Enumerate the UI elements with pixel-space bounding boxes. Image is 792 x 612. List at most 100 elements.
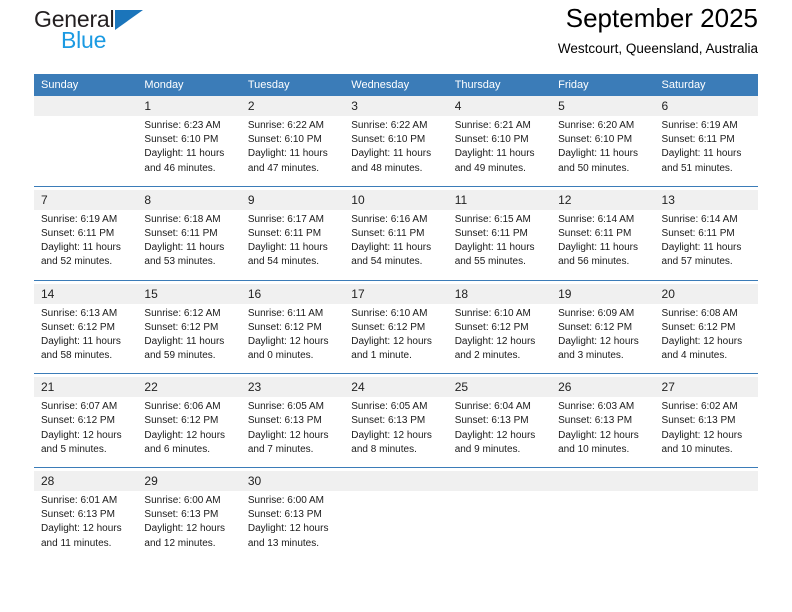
day-cell[interactable]: Sunrise: 6:05 AM Sunset: 6:13 PM Daylight:… (240, 397, 345, 468)
day-number[interactable]: 27 (654, 377, 758, 398)
daylight-text-line1: Daylight: 12 hours (41, 429, 122, 441)
day-cell[interactable]: Sunrise: 6:07 AM Sunset: 6:12 PM Daylight:… (34, 397, 138, 468)
daylight-text-line2: and 49 minutes. (454, 162, 526, 174)
day-cell[interactable]: Sunrise: 6:02 AM Sunset: 6:13 PM Daylight:… (654, 397, 758, 468)
day-cell[interactable]: Sunrise: 6:03 AM Sunset: 6:13 PM Daylight:… (551, 397, 655, 468)
sunset-text: Sunset: 6:10 PM (454, 134, 529, 146)
day-cell[interactable]: Sunrise: 6:01 AM Sunset: 6:13 PM Daylight:… (34, 491, 138, 561)
day-cell[interactable]: Sunrise: 6:22 AM Sunset: 6:10 PM Daylight:… (344, 116, 448, 187)
day-number[interactable]: 6 (654, 96, 758, 116)
day-number[interactable]: 13 (654, 189, 758, 210)
brand-logo[interactable]: General Blue (34, 0, 254, 52)
day-cell[interactable]: Sunrise: 6:05 AM Sunset: 6:13 PM Daylight:… (344, 397, 448, 468)
day-number-row: 28 29 30 (34, 471, 758, 491)
day-number[interactable]: 15 (137, 283, 241, 304)
day-number[interactable]: 7 (34, 189, 138, 210)
day-cell[interactable]: Sunrise: 6:00 AM Sunset: 6:13 PM Daylight:… (137, 491, 241, 561)
daylight-text-line1: Daylight: 11 hours (661, 148, 742, 160)
day-cell[interactable]: Sunrise: 6:21 AM Sunset: 6:10 PM Daylight:… (447, 116, 552, 187)
day-cell[interactable]: Sunrise: 6:10 AM Sunset: 6:12 PM Daylight:… (344, 303, 448, 374)
day-number[interactable]: 9 (240, 189, 345, 210)
sunset-text: Sunset: 6:13 PM (144, 509, 219, 521)
weekday-header-sunday: Sunday (34, 74, 138, 96)
daylight-text-line2: and 6 minutes. (144, 443, 211, 455)
day-cell[interactable]: Sunrise: 6:20 AM Sunset: 6:10 PM Daylight:… (551, 116, 655, 187)
triangle-right-icon (115, 10, 144, 30)
day-number[interactable]: 4 (447, 96, 552, 116)
day-number[interactable]: 5 (551, 96, 655, 116)
day-number[interactable]: 23 (240, 377, 345, 398)
daylight-text-line1: Daylight: 11 hours (144, 335, 225, 347)
day-number[interactable]: 26 (551, 377, 655, 398)
day-number[interactable]: 10 (344, 189, 448, 210)
day-cell[interactable]: Sunrise: 6:22 AM Sunset: 6:10 PM Daylight:… (240, 116, 345, 187)
day-number[interactable]: 20 (654, 283, 758, 304)
daylight-text-line2: and 58 minutes. (41, 350, 113, 362)
day-number[interactable]: 25 (447, 377, 552, 398)
day-number[interactable]: 28 (34, 471, 138, 491)
day-cell[interactable]: Sunrise: 6:23 AM Sunset: 6:10 PM Daylight:… (137, 116, 241, 187)
day-number-row: 7 8 9 10 11 12 13 (34, 189, 758, 210)
day-number[interactable]: 3 (344, 96, 448, 116)
day-info-row: Sunrise: 6:19 AM Sunset: 6:11 PM Daylight:… (34, 209, 758, 280)
day-number[interactable]: 11 (447, 189, 552, 210)
day-number[interactable]: 24 (344, 377, 448, 398)
day-number[interactable]: 14 (34, 283, 138, 304)
day-cell[interactable]: Sunrise: 6:04 AM Sunset: 6:13 PM Daylight:… (447, 397, 552, 468)
sunset-text: Sunset: 6:11 PM (661, 227, 735, 239)
day-cell[interactable]: Sunrise: 6:10 AM Sunset: 6:12 PM Daylight:… (447, 303, 552, 374)
sunrise-text: Sunrise: 6:07 AM (41, 401, 118, 413)
daylight-text-line1: Daylight: 11 hours (144, 242, 225, 254)
day-number[interactable]: 29 (137, 471, 241, 491)
day-cell[interactable]: Sunrise: 6:08 AM Sunset: 6:12 PM Daylight:… (654, 303, 758, 374)
day-cell[interactable]: Sunrise: 6:15 AM Sunset: 6:11 PM Daylight:… (447, 209, 552, 280)
sunset-text: Sunset: 6:10 PM (558, 134, 633, 146)
sunrise-text: Sunrise: 6:13 AM (41, 307, 118, 319)
daylight-text-line1: Daylight: 12 hours (661, 335, 743, 347)
sunrise-text: Sunrise: 6:09 AM (558, 307, 635, 319)
day-cell[interactable]: Sunrise: 6:17 AM Sunset: 6:11 PM Daylight:… (240, 209, 345, 280)
daylight-text-line1: Daylight: 11 hours (351, 242, 432, 254)
day-cell[interactable]: Sunrise: 6:14 AM Sunset: 6:11 PM Daylight:… (654, 209, 758, 280)
sunset-text: Sunset: 6:12 PM (558, 321, 633, 333)
day-number-empty (447, 471, 552, 491)
daylight-text-line2: and 12 minutes. (144, 537, 216, 549)
weekday-header-saturday: Saturday (654, 74, 758, 96)
calendar-body: 1 2 3 4 5 6 Sunrise: 6:23 AM Sunset: 6:10 PM Day… (34, 96, 758, 561)
daylight-text-line1: Daylight: 12 hours (247, 523, 329, 535)
day-number[interactable]: 2 (240, 96, 345, 116)
day-number[interactable]: 18 (447, 283, 552, 304)
sunrise-text: Sunrise: 6:04 AM (454, 401, 531, 413)
daylight-text-line1: Daylight: 11 hours (41, 242, 121, 254)
day-number[interactable]: 16 (240, 283, 345, 304)
day-cell[interactable]: Sunrise: 6:06 AM Sunset: 6:12 PM Daylight:… (137, 397, 241, 468)
day-cell[interactable]: Sunrise: 6:09 AM Sunset: 6:12 PM Daylight:… (551, 303, 655, 374)
day-cell[interactable]: Sunrise: 6:13 AM Sunset: 6:12 PM Daylight:… (34, 303, 138, 374)
day-number[interactable]: 8 (137, 189, 241, 210)
day-number[interactable]: 17 (344, 283, 448, 304)
day-number[interactable]: 19 (551, 283, 655, 304)
day-cell[interactable]: Sunrise: 6:00 AM Sunset: 6:13 PM Daylight:… (240, 491, 345, 561)
day-cell[interactable]: Sunrise: 6:19 AM Sunset: 6:11 PM Daylight:… (654, 116, 758, 187)
day-number[interactable]: 30 (240, 471, 345, 491)
sunset-text: Sunset: 6:11 PM (351, 227, 425, 239)
day-cell[interactable]: Sunrise: 6:19 AM Sunset: 6:11 PM Daylight:… (34, 209, 138, 280)
day-cell[interactable]: Sunrise: 6:18 AM Sunset: 6:11 PM Daylight:… (137, 209, 241, 280)
page-subtitle: Westcourt, Queensland, Australia (557, 40, 758, 56)
day-number[interactable]: 21 (34, 377, 138, 398)
sunset-text: Sunset: 6:11 PM (661, 134, 735, 146)
daylight-text-line1: Daylight: 11 hours (41, 335, 121, 347)
day-cell[interactable]: Sunrise: 6:12 AM Sunset: 6:12 PM Daylight:… (137, 303, 241, 374)
day-number[interactable]: 22 (137, 377, 241, 398)
day-info-row: Sunrise: 6:13 AM Sunset: 6:12 PM Daylight:… (34, 303, 758, 374)
day-number[interactable]: 1 (137, 96, 241, 116)
day-cell[interactable]: Sunrise: 6:11 AM Sunset: 6:12 PM Daylight:… (240, 303, 345, 374)
day-cell-empty (654, 491, 758, 561)
day-cell[interactable]: Sunrise: 6:14 AM Sunset: 6:11 PM Daylight:… (551, 209, 655, 280)
day-number[interactable]: 12 (551, 189, 655, 210)
sunrise-text: Sunrise: 6:03 AM (558, 401, 635, 413)
day-cell[interactable]: Sunrise: 6:16 AM Sunset: 6:11 PM Daylight:… (344, 209, 448, 280)
sunset-text: Sunset: 6:12 PM (661, 321, 736, 333)
daylight-text-line2: and 9 minutes. (454, 443, 521, 455)
daylight-text-line2: and 56 minutes. (558, 256, 630, 268)
